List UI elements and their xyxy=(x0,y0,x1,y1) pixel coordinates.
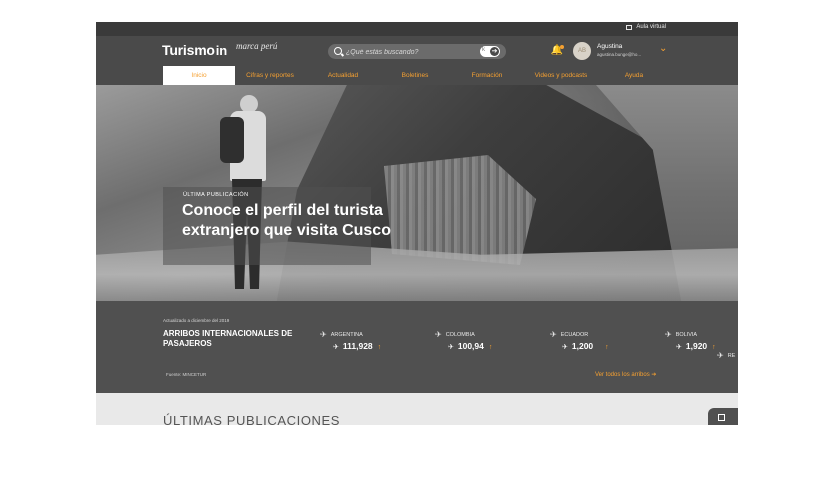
nav-item-ayuda[interactable]: Ayuda xyxy=(601,66,667,85)
plane-icon: ✈ xyxy=(448,344,454,351)
plane-icon: ✈ xyxy=(320,330,327,339)
country-label: ✈ RE xyxy=(717,351,736,360)
aula-label: Aula virtual xyxy=(636,24,666,30)
search-icon xyxy=(334,47,342,55)
plane-icon: ✈ xyxy=(333,344,339,351)
user-name: Agustina xyxy=(597,43,623,50)
hero-title[interactable]: Conoce el perfil del turista extranjero … xyxy=(182,201,412,241)
nav-item-boletines[interactable]: Boletines xyxy=(381,66,449,85)
nav-item-videos[interactable]: Videos y podcasts xyxy=(525,66,597,85)
section-title: ÚLTIMAS PUBLICACIONES xyxy=(163,413,341,425)
hero-carousel[interactable]: ÚLTIMA PUBLICACIÓN Conoce el perfil del … xyxy=(96,85,738,301)
notification-badge xyxy=(560,45,564,49)
arrow-up-icon: ↑ xyxy=(488,344,493,351)
browser-viewport: Aula virtual Turismoin marca perú k ➔ 🔔 … xyxy=(96,22,738,425)
arrivals-title: ARRIBOS INTERNACIONALES DE PASAJEROS xyxy=(163,329,293,348)
plane-icon: ✈ xyxy=(717,351,724,360)
country-value: ✈ 100,94 ↑ xyxy=(448,341,493,351)
country-value: ✈ 1,920 ↑ xyxy=(676,341,716,351)
see-all-arrivals-link[interactable]: Ver todos los arribos ➔ xyxy=(595,371,656,378)
arrow-right-icon: ➔ xyxy=(490,47,499,56)
arrow-up-icon: ↑ xyxy=(377,344,382,351)
arrow-right-icon: ➔ xyxy=(651,372,657,378)
country-label: ✈ ECUADOR xyxy=(550,330,589,339)
site-header: Turismoin marca perú k ➔ 🔔 AB Agustina a… xyxy=(96,36,738,66)
marca-peru-logo: marca perú xyxy=(236,41,278,51)
turismo-in-logo[interactable]: Turismoin xyxy=(162,42,227,58)
country-label: ✈ BOLIVIA xyxy=(665,330,698,339)
country-value: ✈ 1,200 ↑ xyxy=(562,341,609,351)
nav-item-formacion[interactable]: Formación xyxy=(453,66,521,85)
country-label: ✈ ARGENTINA xyxy=(320,330,363,339)
country-value: ✈ 111,928 ↑ xyxy=(333,341,382,351)
data-source: Fuente: MINCETUR xyxy=(166,372,207,377)
plane-icon: ✈ xyxy=(676,344,682,351)
top-strip: Aula virtual xyxy=(96,22,738,36)
floating-side-button[interactable] xyxy=(708,408,738,425)
avatar[interactable]: AB xyxy=(573,42,591,60)
plane-icon: ✈ xyxy=(435,330,442,339)
nav-item-cifras[interactable]: Cifras y reportes xyxy=(237,66,303,85)
search-submit-button[interactable]: k ➔ xyxy=(480,46,500,57)
aula-icon xyxy=(626,24,633,30)
arrow-up-icon: ↑ xyxy=(712,344,716,351)
chevron-down-icon[interactable]: ⌄ xyxy=(659,43,667,54)
plane-icon: ✈ xyxy=(665,330,672,339)
plane-icon: ✈ xyxy=(562,344,568,351)
latest-publications-section: ÚLTIMAS PUBLICACIONES xyxy=(96,393,738,425)
nav-item-actualidad[interactable]: Actualidad xyxy=(309,66,377,85)
plane-icon: ✈ xyxy=(550,330,557,339)
arrow-up-icon: ↑ xyxy=(605,344,609,351)
arrivals-band: Actualizado a diciembre del 2019 ARRIBOS… xyxy=(96,301,738,393)
search-bar: k ➔ xyxy=(328,44,506,60)
main-nav: Inicio Cifras y reportes Actualidad Bole… xyxy=(96,66,738,85)
nav-item-inicio[interactable]: Inicio xyxy=(163,66,235,85)
document-icon xyxy=(718,414,725,421)
hero-eyebrow: ÚLTIMA PUBLICACIÓN xyxy=(183,192,249,198)
country-label: ✈ COLOMBIA xyxy=(435,330,475,339)
user-email: agustina.bunge@ho... xyxy=(597,52,642,57)
updated-date: Actualizado a diciembre del 2019 xyxy=(163,318,230,323)
aula-virtual-link[interactable]: Aula virtual xyxy=(626,24,666,30)
search-input[interactable] xyxy=(344,45,478,60)
notification-bell-icon[interactable]: 🔔 xyxy=(550,44,564,58)
